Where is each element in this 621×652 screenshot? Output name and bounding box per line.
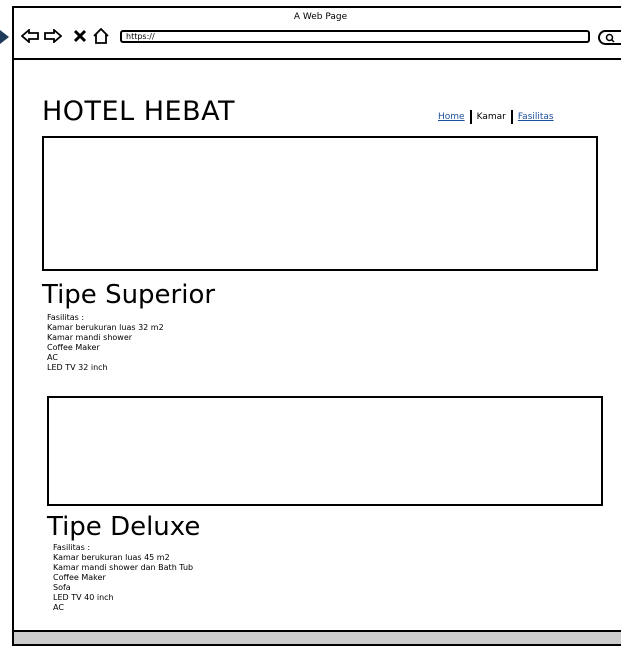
address-bar[interactable]: https:// — [120, 30, 590, 43]
facility-item: LED TV 32 inch — [47, 363, 108, 372]
facility-item: AC — [47, 353, 58, 362]
facility-item: Sofa — [53, 583, 71, 592]
nav-kamar-current[interactable]: Kamar — [477, 112, 506, 122]
facility-item: AC — [53, 603, 64, 612]
close-icon[interactable] — [70, 26, 90, 46]
back-icon[interactable] — [20, 26, 40, 46]
page-content: HOTEL HEBAT Home Kamar Fasilitas Tipe Su… — [14, 60, 621, 628]
deluxe-title: Tipe Deluxe — [47, 512, 201, 542]
nav-fasilitas-link[interactable]: Fasilitas — [518, 112, 554, 122]
nav-divider — [469, 110, 472, 124]
facility-item: Kamar berukuran luas 32 m2 — [47, 323, 164, 332]
site-nav: Home Kamar Fasilitas — [438, 110, 554, 124]
superior-image-placeholder — [42, 136, 598, 271]
search-icon — [605, 33, 615, 43]
browser-titlebar: A Web Page https:// — [14, 8, 621, 60]
nav-home-link[interactable]: Home — [438, 112, 465, 122]
facilities-label: Fasilitas : — [47, 313, 85, 322]
facility-item: Kamar berukuran luas 45 m2 — [53, 553, 170, 562]
left-edge-marker — [0, 30, 9, 44]
deluxe-image-placeholder — [47, 396, 603, 506]
deluxe-facilities: Fasilitas : Kamar berukuran luas 45 m2 K… — [53, 543, 193, 613]
facility-item: Kamar mandi shower dan Bath Tub — [53, 563, 194, 572]
facility-item: Coffee Maker — [53, 573, 106, 582]
nav-divider — [510, 110, 513, 124]
search-box[interactable] — [598, 30, 621, 45]
browser-window: A Web Page https:// HOTEL HEBAT Home Kam… — [12, 6, 621, 646]
facility-item: LED TV 40 inch — [53, 593, 114, 602]
facility-item: Coffee Maker — [47, 343, 100, 352]
window-title: A Web Page — [293, 12, 348, 22]
superior-title: Tipe Superior — [42, 280, 216, 310]
forward-icon[interactable] — [43, 26, 63, 46]
home-icon[interactable] — [91, 26, 111, 46]
facilities-label: Fasilitas : — [53, 543, 91, 552]
facility-item: Kamar mandi shower — [47, 333, 133, 342]
site-title: HOTEL HEBAT — [42, 96, 235, 127]
superior-facilities: Fasilitas : Kamar berukuran luas 32 m2 K… — [47, 313, 164, 373]
status-bar — [14, 630, 621, 644]
